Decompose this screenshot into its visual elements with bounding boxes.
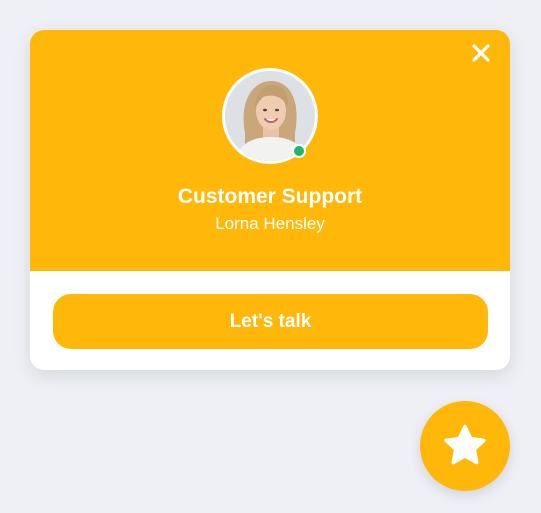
agent-avatar-wrap xyxy=(222,68,318,164)
card-header: Customer Support Lorna Hensley xyxy=(30,30,510,271)
star-icon xyxy=(444,424,486,465)
chat-launcher-button[interactable] xyxy=(420,401,510,491)
close-button[interactable] xyxy=(470,42,492,64)
agent-role-title: Customer Support xyxy=(177,185,363,208)
close-icon xyxy=(472,44,490,62)
chat-widget-card: Customer Support Lorna Hensley Let's tal… xyxy=(30,30,510,370)
agent-name: Lorna Hensley xyxy=(215,214,325,233)
lets-talk-button[interactable]: Let's talk xyxy=(53,294,488,349)
online-status-dot xyxy=(292,144,306,158)
